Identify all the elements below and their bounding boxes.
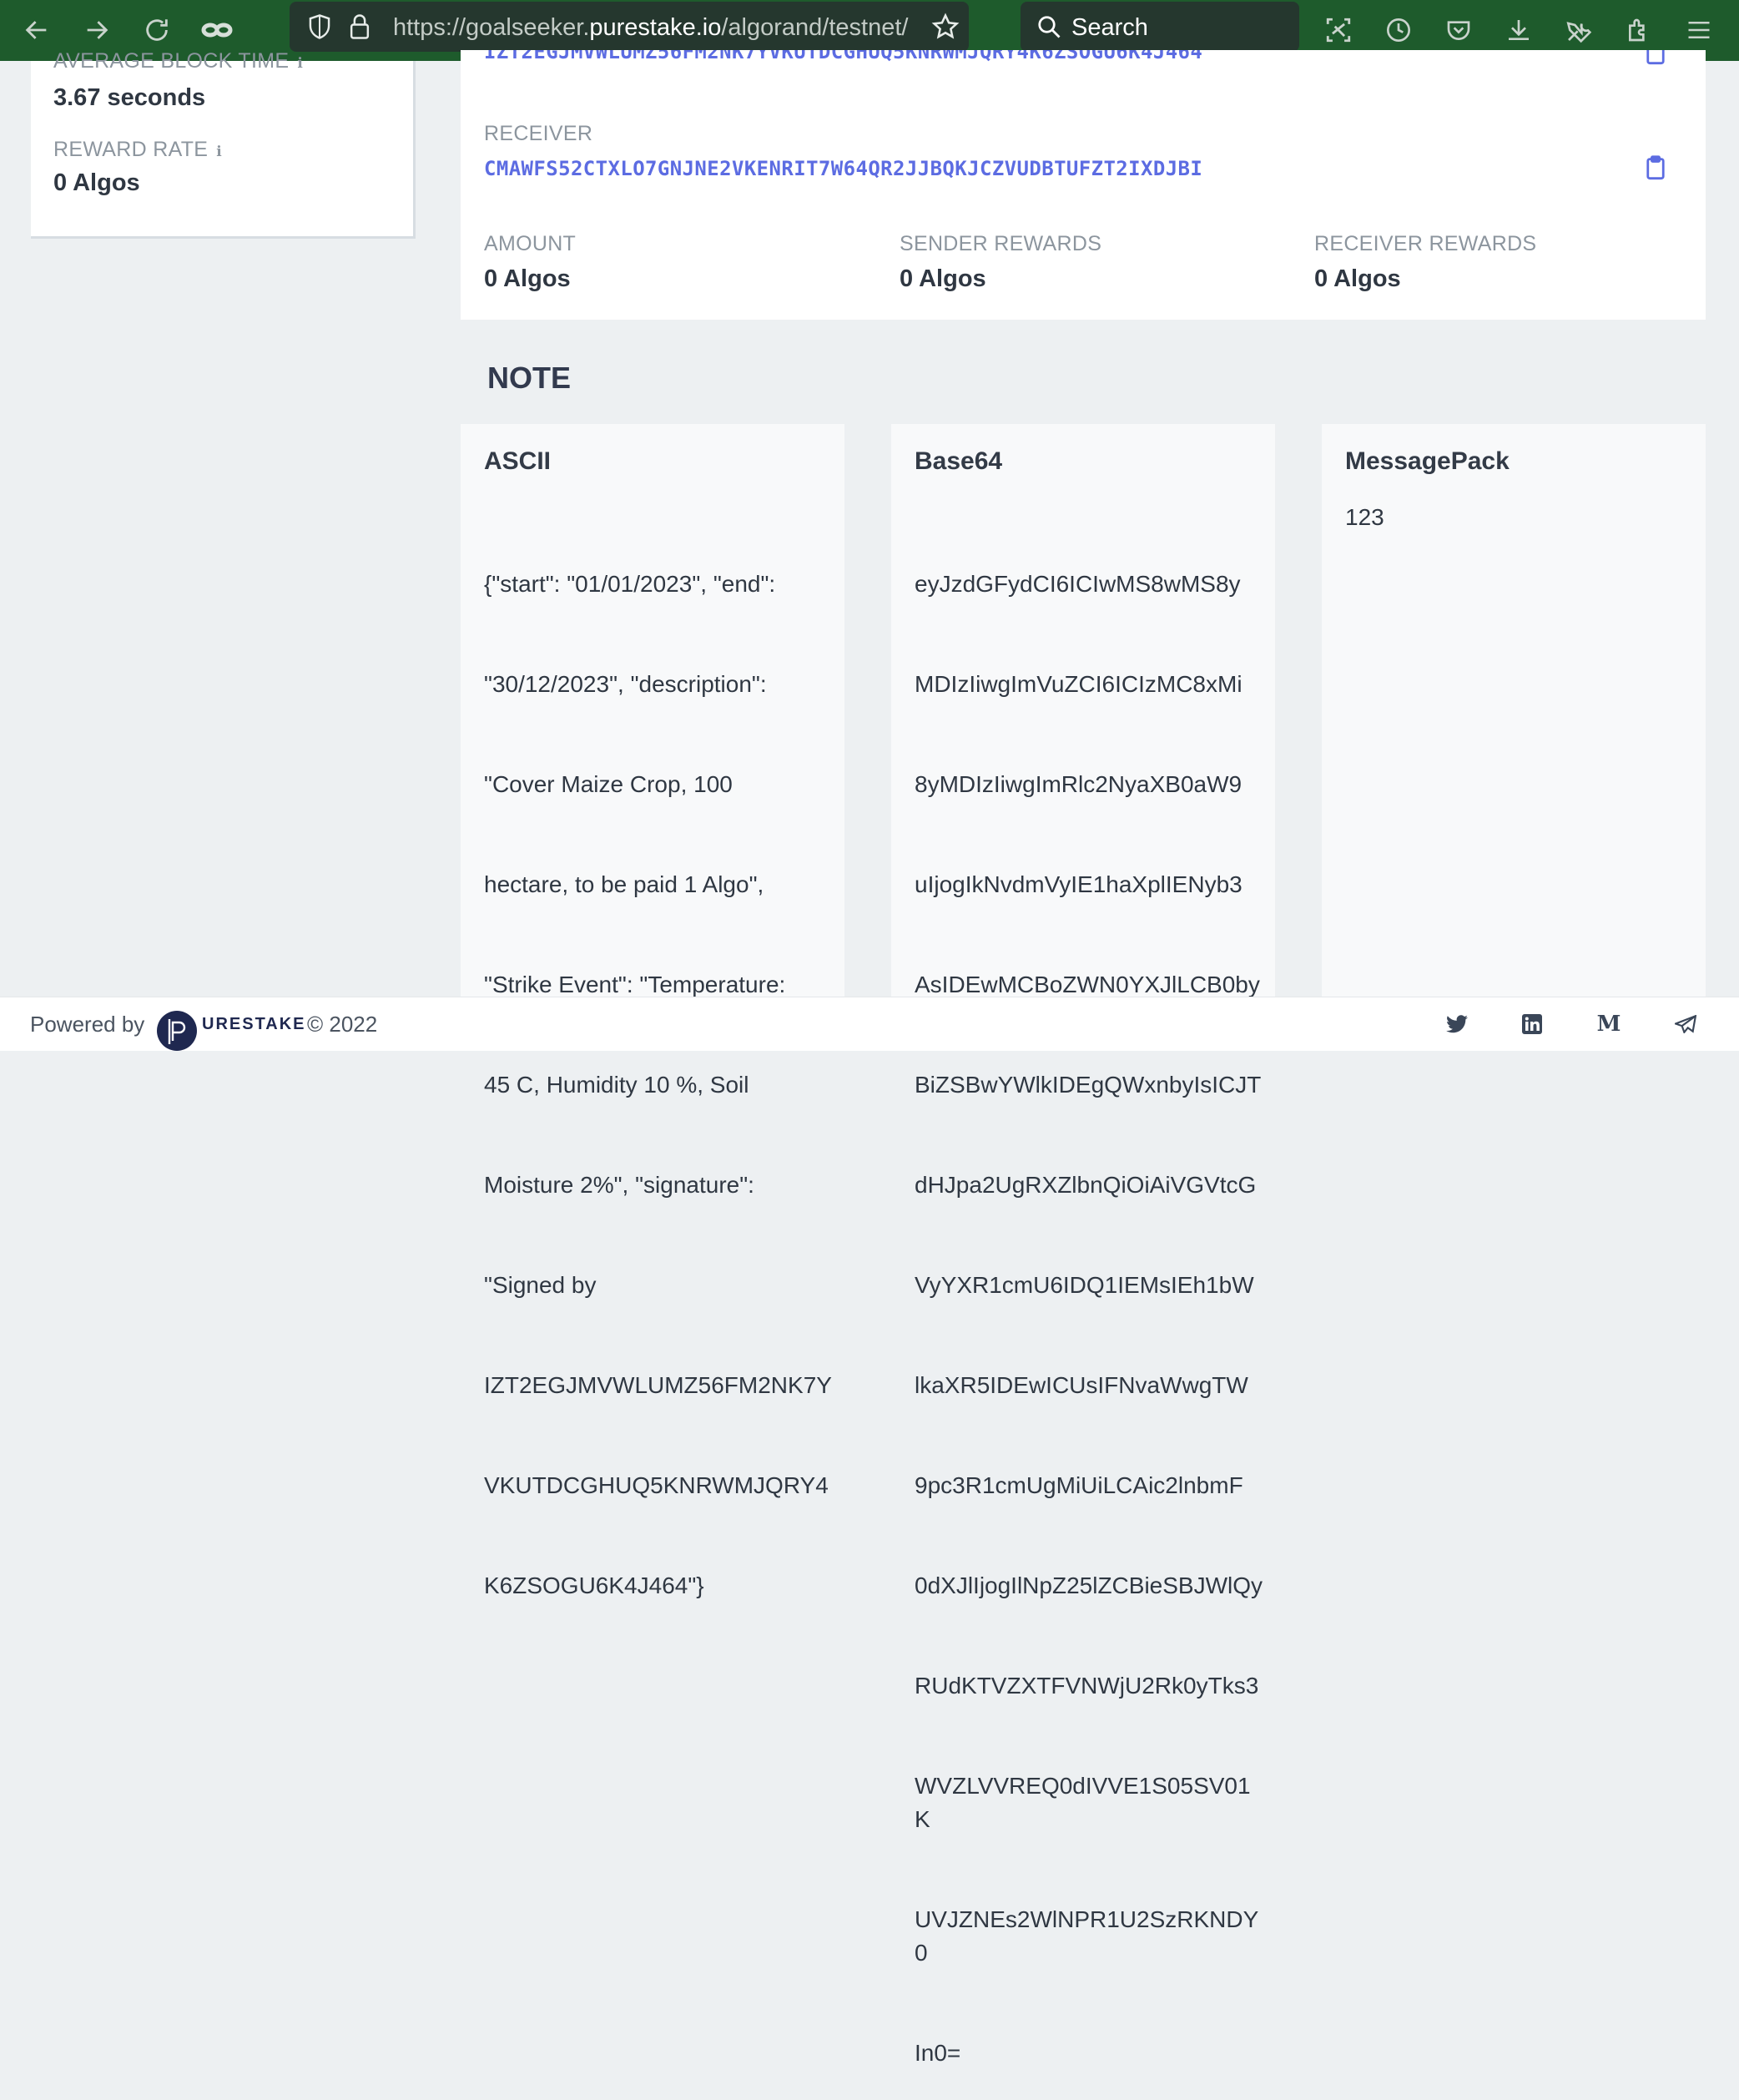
forward-arrow-icon[interactable] [78,12,115,48]
linkedin-icon[interactable] [1520,1012,1544,1036]
receiver-rewards-label: RECEIVER REWARDS [1314,232,1537,255]
amount-label: AMOUNT [484,232,577,255]
note-section-title: NOTE [487,361,572,395]
ascii-heading: ASCII [484,447,552,475]
extensions-puzzle-icon[interactable] [1621,12,1657,48]
sender-address-link[interactable]: IZT2EGJMVWLUMZ56FM2NK7YVKUTDCGHUQ5KNRWMJ… [484,50,1202,63]
search-icon [1031,8,1067,45]
powered-by-text: Powered by [30,1012,145,1037]
ascii-line: 45 C, Humidity 10 %, Soil [484,1072,749,1098]
base64-line: eyJzdGFydCI6ICIwMS8wMS8y [915,571,1241,597]
ascii-line: Moisture 2%", "signature": [484,1172,754,1198]
reward-rate-value: 0 Algos [53,169,140,196]
base64-line: MDIzIiwgImVuZCI6ICIzMC8xMi [915,671,1243,697]
reward-rate-label: REWARD RATE [53,138,209,161]
copyright-text: © 2022 [307,1012,378,1037]
screenshot-tool-icon[interactable] [1320,12,1357,48]
url-bar[interactable]: https://goalseeker.purestake.io/algorand… [290,2,969,52]
clipboard-icon[interactable] [1646,50,1666,69]
ascii-line: "30/12/2023", "description": [484,671,767,697]
download-icon[interactable] [1500,12,1537,48]
wrench-icon[interactable] [1560,12,1597,48]
network-stats-panel: AVERAGE BLOCK TIME ℹ 3.67 seconds REWARD … [31,49,416,239]
base64-line: 9pc3R1cmUgMiUiLCAic2lnbmF [915,1472,1243,1498]
lock-icon[interactable] [341,8,378,45]
info-icon[interactable]: ℹ [216,144,222,159]
base64-line: VyYXR1cmU6IDQ1IEMsIEh1bW [915,1272,1254,1298]
url-text[interactable]: https://goalseeker.purestake.io/algorand… [393,2,944,52]
amount-value: 0 Algos [484,265,571,292]
base64-line: In0= [915,2040,961,2066]
note-ascii-card: ASCII {"start": "01/01/2023", "end": "30… [461,424,844,1598]
base64-line: WVZLVVREQ0dIVVE1S05SV01K [915,1773,1251,1832]
page-footer: Powered by URESTAKE © 2022 M [0,997,1739,1051]
receiver-address-link[interactable]: CMAWFS52CTXLO7GNJNE2VKENRIT7W64QR2JJBQKJ… [484,157,1202,180]
ascii-line: VKUTDCGHUQ5KNRWMJQRY4 [484,1472,829,1498]
clipboard-icon[interactable] [1646,155,1666,184]
ascii-line: {"start": "01/01/2023", "end": [484,571,776,597]
search-placeholder[interactable]: Search [1071,2,1148,53]
receiver-label: RECEIVER [484,122,593,145]
reload-icon[interactable] [139,12,175,48]
sender-rewards-value: 0 Algos [900,265,986,292]
receiver-rewards-value: 0 Algos [1314,265,1401,292]
search-bar[interactable]: Search [1021,2,1299,52]
bookmark-star-icon[interactable] [927,8,964,45]
messagepack-value: 123 [1345,504,1384,530]
base64-heading: Base64 [915,447,1003,475]
avg-block-time-label-row: AVERAGE BLOCK TIME ℹ [53,49,303,73]
ascii-line: "Cover Maize Crop, 100 [484,771,733,797]
private-mask-icon[interactable] [199,12,235,48]
messagepack-heading: MessagePack [1345,447,1510,475]
purestake-logo-icon[interactable] [157,1011,197,1051]
back-arrow-icon[interactable] [18,12,55,48]
ascii-line: "Signed by [484,1272,597,1298]
base64-line: lkaXR5IDEwICUsIFNvaWwgTW [915,1372,1248,1398]
ascii-note-text: {"start": "01/01/2023", "end": "30/12/20… [484,501,834,1669]
base64-line: 0dXJlIjogIlNpZ25lZCBieSBJWlQy [915,1572,1263,1598]
transaction-details-card: IZT2EGJMVWLUMZ56FM2NK7YVKUTDCGHUQ5KNRWMJ… [461,50,1706,320]
reward-rate-label-row: REWARD RATE ℹ [53,138,222,162]
history-clock-icon[interactable] [1380,12,1417,48]
menu-hamburger-icon[interactable] [1681,12,1717,48]
base64-line: dHJpa2UgRXZlbnQiOiAiVGVtcG [915,1172,1257,1198]
pocket-icon[interactable] [1440,12,1477,48]
telegram-icon[interactable] [1674,1012,1697,1036]
base64-line: UVJZNEs2WlNPR1U2SzRKNDY0 [915,1906,1259,1966]
note-base64-card: Base64 eyJzdGFydCI6ICIwMS8wMS8y MDIzIiwg… [891,424,1275,2066]
copy-sender-clip [1646,50,1676,70]
base64-line: RUdKTVZXTFVNWjU2Rk0yTks3 [915,1673,1259,1699]
medium-icon[interactable]: M [1597,1012,1621,1037]
info-icon[interactable]: ℹ [297,55,303,71]
sender-rewards-label: SENDER REWARDS [900,232,1102,255]
base64-line: 8yMDIzIiwgImRlc2NyaXB0aW9 [915,771,1243,797]
note-messagepack-card: MessagePack 123 [1322,424,1706,1000]
base64-line: BiZSBwYWlkIDEgQWxnbyIsICJT [915,1072,1262,1098]
sender-address-clip: IZT2EGJMVWLUMZ56FM2NK7YVKUTDCGHUQ5KNRWMJ… [484,50,1402,70]
avg-block-time-label: AVERAGE BLOCK TIME [53,49,290,73]
ascii-line: K6ZSOGU6K4J464"} [484,1572,704,1598]
ascii-line: IZT2EGJMVWLUMZ56FM2NK7Y [484,1372,832,1398]
ascii-line: hectare, to be paid 1 Algo", [484,871,764,897]
avg-block-time-value: 3.67 seconds [53,84,206,111]
shield-icon[interactable] [301,8,338,45]
purestake-brand-text[interactable]: URESTAKE [202,997,306,1051]
base64-line: uIjogIkNvdmVyIE1haXplIENyb3 [915,871,1243,897]
base64-note-text: eyJzdGFydCI6ICIwMS8wMS8y MDIzIiwgImVuZCI… [915,501,1265,2100]
twitter-icon[interactable] [1445,1012,1469,1036]
